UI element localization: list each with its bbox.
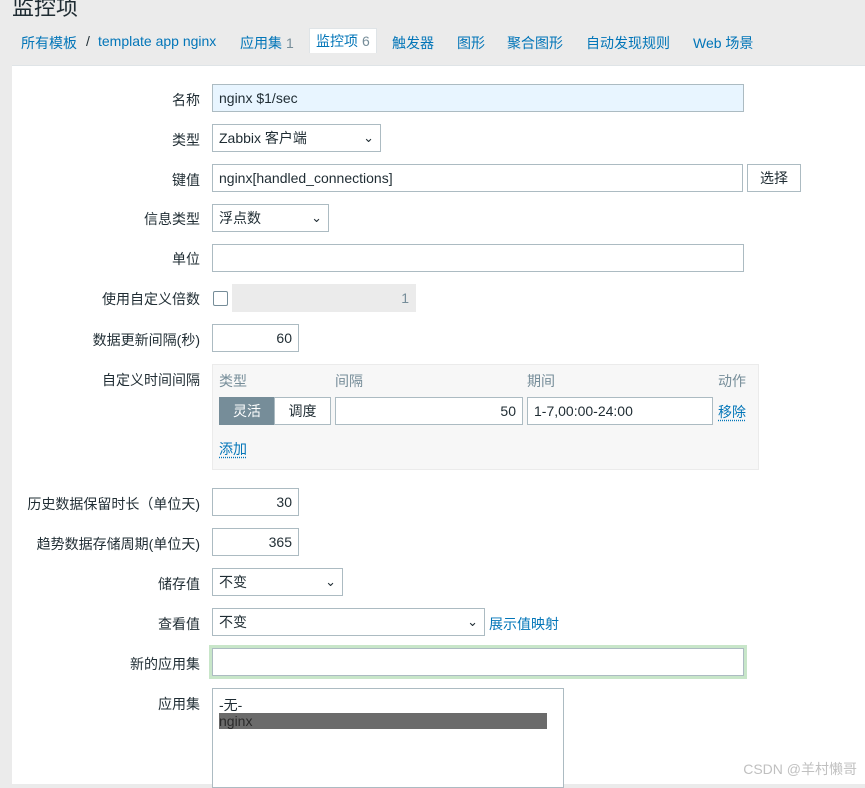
tab-items[interactable]: 监控项 6 bbox=[309, 28, 377, 53]
application-option-nginx[interactable]: nginx bbox=[219, 713, 547, 729]
store-value-label: 储存值 bbox=[158, 576, 200, 592]
multiplier-input: 1 bbox=[232, 284, 416, 312]
history-label: 历史数据保留时长（单位天) bbox=[27, 496, 200, 512]
applications-listbox[interactable]: -无- nginx bbox=[212, 688, 564, 788]
show-value-label: 查看值 bbox=[158, 616, 200, 632]
chevron-down-icon: ⌄ bbox=[467, 614, 478, 629]
tab-discovery[interactable]: 自动发现规则 bbox=[586, 33, 670, 53]
select-key-button[interactable]: 选择 bbox=[747, 164, 801, 192]
tab-graphs[interactable]: 图形 bbox=[457, 33, 485, 53]
value-mapping-link[interactable]: 展示值映射 bbox=[489, 614, 559, 634]
multiplier-checkbox[interactable] bbox=[213, 291, 228, 306]
header-action: 动作 bbox=[718, 373, 746, 389]
units-label: 单位 bbox=[172, 251, 200, 267]
show-value-value: 不变 bbox=[219, 614, 247, 630]
new-application-input[interactable] bbox=[212, 648, 744, 676]
remove-link[interactable]: 移除 bbox=[718, 402, 746, 422]
type-label: 类型 bbox=[172, 132, 200, 148]
header-type: 类型 bbox=[219, 373, 247, 389]
header-interval: 间隔 bbox=[335, 373, 363, 389]
new-application-label: 新的应用集 bbox=[130, 656, 200, 672]
applications-label: 应用集 bbox=[158, 696, 200, 712]
application-option-none[interactable]: -无- bbox=[219, 697, 547, 713]
nav-template-name[interactable]: template app nginx bbox=[98, 33, 216, 49]
watermark: CSDN @羊村懒哥 bbox=[743, 761, 857, 777]
type-select[interactable]: Zabbix 客户端 ⌄ bbox=[212, 124, 381, 152]
interval-input[interactable]: 50 bbox=[335, 397, 523, 425]
chevron-down-icon: ⌄ bbox=[363, 130, 374, 145]
multiplier-label: 使用自定义倍数 bbox=[102, 291, 200, 307]
add-link[interactable]: 添加 bbox=[219, 439, 247, 459]
tab-applications-count: 1 bbox=[286, 35, 294, 51]
flexible-toggle[interactable]: 灵活 bbox=[219, 397, 275, 425]
history-input[interactable]: 30 bbox=[212, 488, 299, 516]
info-type-label: 信息类型 bbox=[144, 211, 200, 227]
tab-applications-label: 应用集 bbox=[240, 35, 282, 51]
store-value-select[interactable]: 不变 ⌄ bbox=[212, 568, 343, 596]
info-type-value: 浮点数 bbox=[219, 210, 261, 226]
template-nav: 所有模板 / template app nginx 应用集 1 监控项 6 触发器 … bbox=[0, 27, 865, 61]
breadcrumb-separator: / bbox=[86, 33, 90, 49]
type-select-value: Zabbix 客户端 bbox=[219, 130, 307, 146]
update-interval-input[interactable]: 60 bbox=[212, 324, 299, 352]
store-value-value: 不变 bbox=[219, 574, 247, 590]
tab-items-label: 监控项 bbox=[316, 33, 358, 49]
key-input[interactable]: nginx[handled_connections] bbox=[212, 164, 743, 192]
period-input[interactable]: 1-7,00:00-24:00 bbox=[527, 397, 713, 425]
show-value-select[interactable]: 不变 ⌄ bbox=[212, 608, 485, 636]
tab-items-count: 6 bbox=[362, 33, 370, 49]
nav-all-templates[interactable]: 所有模板 bbox=[21, 33, 77, 53]
item-form: 名称 nginx $1/sec 类型 Zabbix 客户端 ⌄ 键值 nginx… bbox=[12, 65, 865, 788]
info-type-select[interactable]: 浮点数 ⌄ bbox=[212, 204, 329, 232]
units-input[interactable] bbox=[212, 244, 744, 272]
tab-screens[interactable]: 聚合图形 bbox=[507, 33, 563, 53]
scheduling-toggle[interactable]: 调度 bbox=[274, 397, 331, 425]
trends-label: 趋势数据存储周期(单位天) bbox=[36, 536, 200, 552]
tab-web[interactable]: Web 场景 bbox=[693, 33, 753, 53]
tab-applications[interactable]: 应用集 1 bbox=[240, 33, 294, 53]
page-title: 监控项 bbox=[12, 0, 79, 20]
tab-triggers[interactable]: 触发器 bbox=[392, 33, 434, 53]
key-label: 键值 bbox=[172, 172, 200, 188]
custom-intervals-table: 类型 间隔 期间 动作 灵活 调度 50 1-7,00:00-24:00 移除 … bbox=[212, 364, 759, 470]
chevron-down-icon: ⌄ bbox=[311, 210, 322, 225]
custom-intervals-label: 自定义时间间隔 bbox=[102, 372, 200, 388]
update-interval-label: 数据更新间隔(秒) bbox=[92, 332, 200, 348]
chevron-down-icon: ⌄ bbox=[325, 574, 336, 589]
name-input[interactable]: nginx $1/sec bbox=[212, 84, 744, 112]
name-label: 名称 bbox=[172, 92, 200, 108]
header-period: 期间 bbox=[527, 373, 555, 389]
trends-input[interactable]: 365 bbox=[212, 528, 299, 556]
